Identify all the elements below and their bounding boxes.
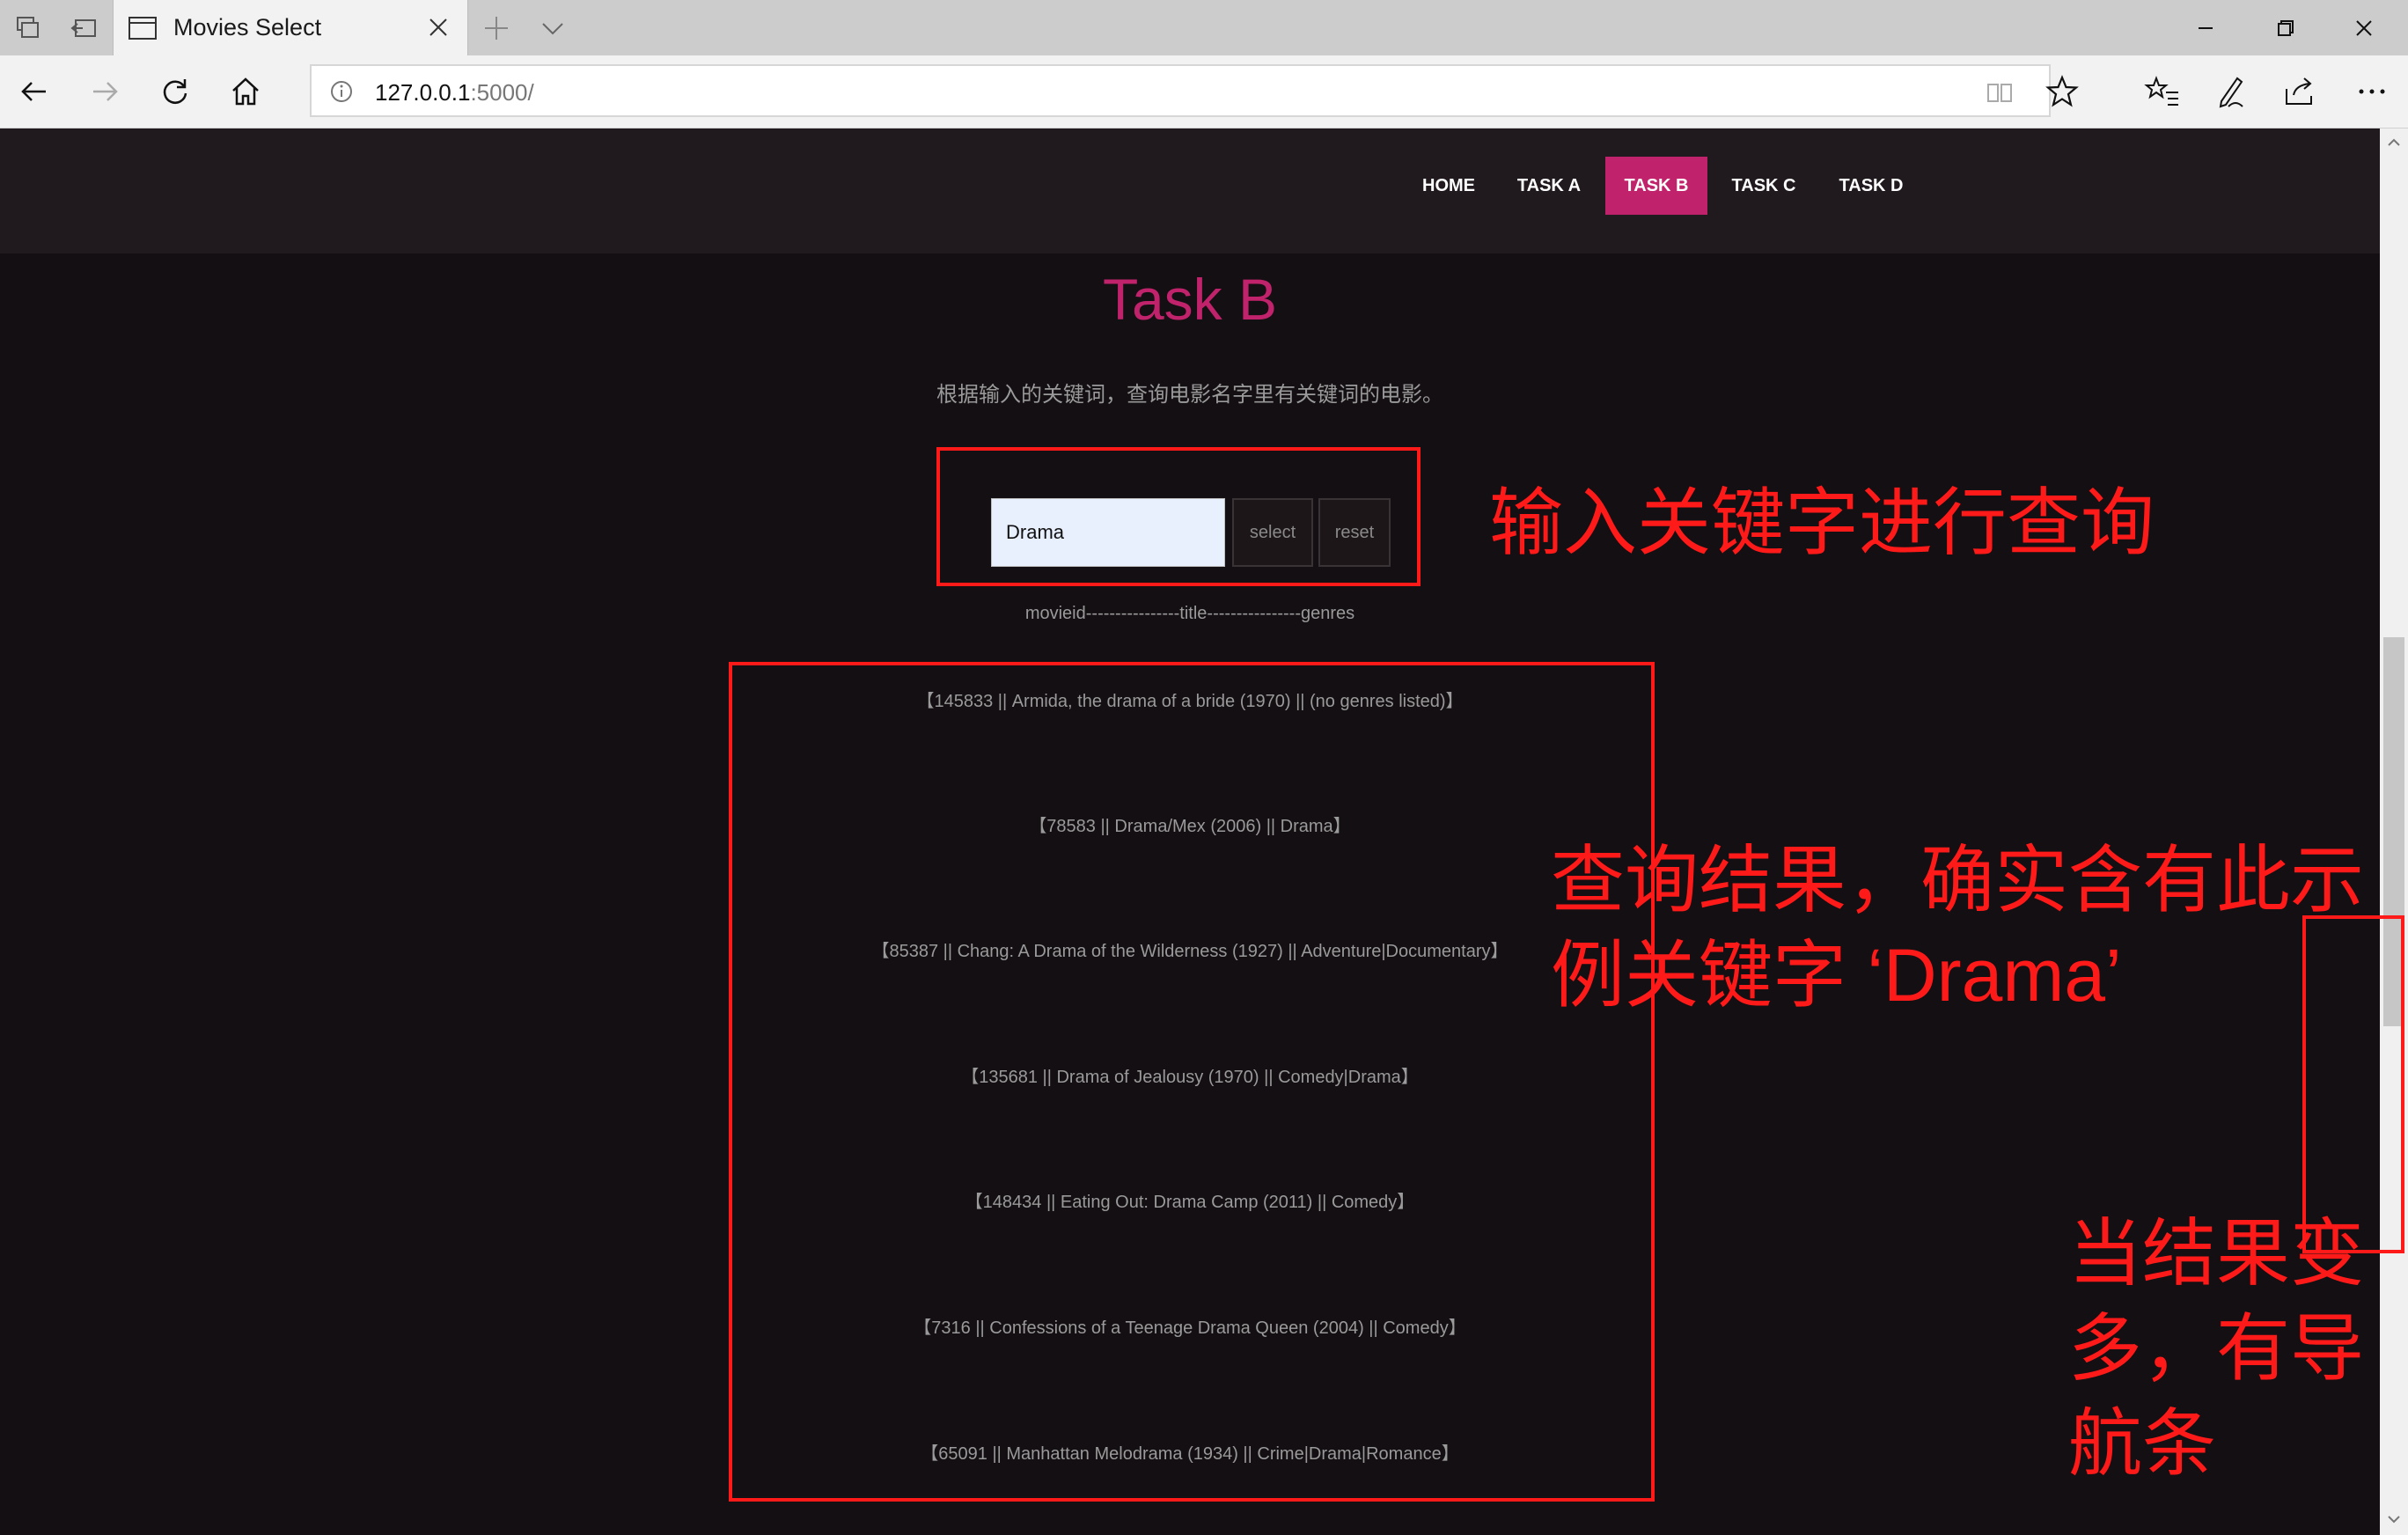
set-tabs-aside-icon[interactable] bbox=[69, 12, 100, 44]
browser-toolbar: 127.0.0.1:5000/ bbox=[0, 55, 2408, 129]
new-tab-icon[interactable] bbox=[481, 12, 512, 44]
forward-arrow-icon[interactable] bbox=[84, 71, 125, 112]
info-icon[interactable] bbox=[329, 79, 354, 104]
tab-title: Movies Select bbox=[173, 14, 322, 40]
close-window-icon[interactable] bbox=[2338, 7, 2390, 49]
close-tab-icon[interactable] bbox=[423, 12, 453, 42]
scrollbar-annotation-line2: 多，有导 bbox=[2068, 1307, 2365, 1390]
address-bar[interactable]: 127.0.0.1:5000/ bbox=[310, 64, 2051, 117]
tab-actions-icon[interactable] bbox=[12, 12, 44, 44]
results-annotation-line2: 例关键字 ‘Drama’ bbox=[1551, 934, 2122, 1017]
page-title: Task B bbox=[1102, 267, 1278, 332]
browser-title-bar: Movies Select bbox=[0, 0, 2408, 55]
nav-task-c[interactable]: TASK C bbox=[1723, 157, 1804, 215]
search-annotation-box bbox=[936, 447, 1421, 586]
scrollbar-annotation-box bbox=[2302, 915, 2404, 1253]
share-icon[interactable] bbox=[2280, 71, 2320, 112]
nav-task-b[interactable]: TASK B bbox=[1605, 157, 1707, 215]
nav-home[interactable]: HOME bbox=[1406, 157, 1491, 215]
page-icon bbox=[128, 17, 157, 40]
scrollbar-annotation-line3: 航条 bbox=[2068, 1402, 2217, 1485]
nav-task-a[interactable]: TASK A bbox=[1509, 157, 1589, 215]
reading-view-icon[interactable] bbox=[1984, 77, 2015, 108]
browser-tab[interactable]: Movies Select bbox=[113, 0, 468, 55]
page-description: 根据输入的关键词，查询电影名字里有关键词的电影。 bbox=[936, 383, 1443, 407]
favorites-list-icon[interactable] bbox=[2142, 71, 2183, 112]
back-arrow-icon[interactable] bbox=[14, 71, 55, 112]
url-text: 127.0.0.1:5000/ bbox=[375, 79, 534, 106]
restore-icon[interactable] bbox=[2258, 7, 2311, 49]
refresh-icon[interactable] bbox=[155, 71, 195, 112]
tab-preview-chevron-icon[interactable] bbox=[537, 12, 569, 44]
results-column-header: movieid----------------title------------… bbox=[1024, 604, 1355, 623]
results-annotation-line1: 查询结果，确实含有此示 bbox=[1551, 839, 2365, 922]
more-dots-icon[interactable] bbox=[2352, 71, 2392, 112]
search-annotation-text: 输入关键字进行查询 bbox=[1489, 481, 2155, 564]
home-icon[interactable] bbox=[225, 71, 266, 112]
results-annotation-box bbox=[729, 662, 1655, 1502]
notes-pen-icon[interactable] bbox=[2211, 71, 2251, 112]
scroll-down-arrow-icon[interactable] bbox=[2385, 1510, 2403, 1528]
site-navbar: HOME TASK A TASK B TASK C TASK D bbox=[0, 129, 2380, 253]
scrollbar-annotation-line1: 当结果变 bbox=[2068, 1212, 2365, 1295]
page-scrollbar[interactable] bbox=[2380, 129, 2408, 1535]
favorite-star-icon[interactable] bbox=[2042, 71, 2082, 112]
scroll-up-arrow-icon[interactable] bbox=[2385, 134, 2403, 151]
minimize-icon[interactable] bbox=[2179, 7, 2232, 49]
nav-task-d[interactable]: TASK D bbox=[1831, 157, 1912, 215]
